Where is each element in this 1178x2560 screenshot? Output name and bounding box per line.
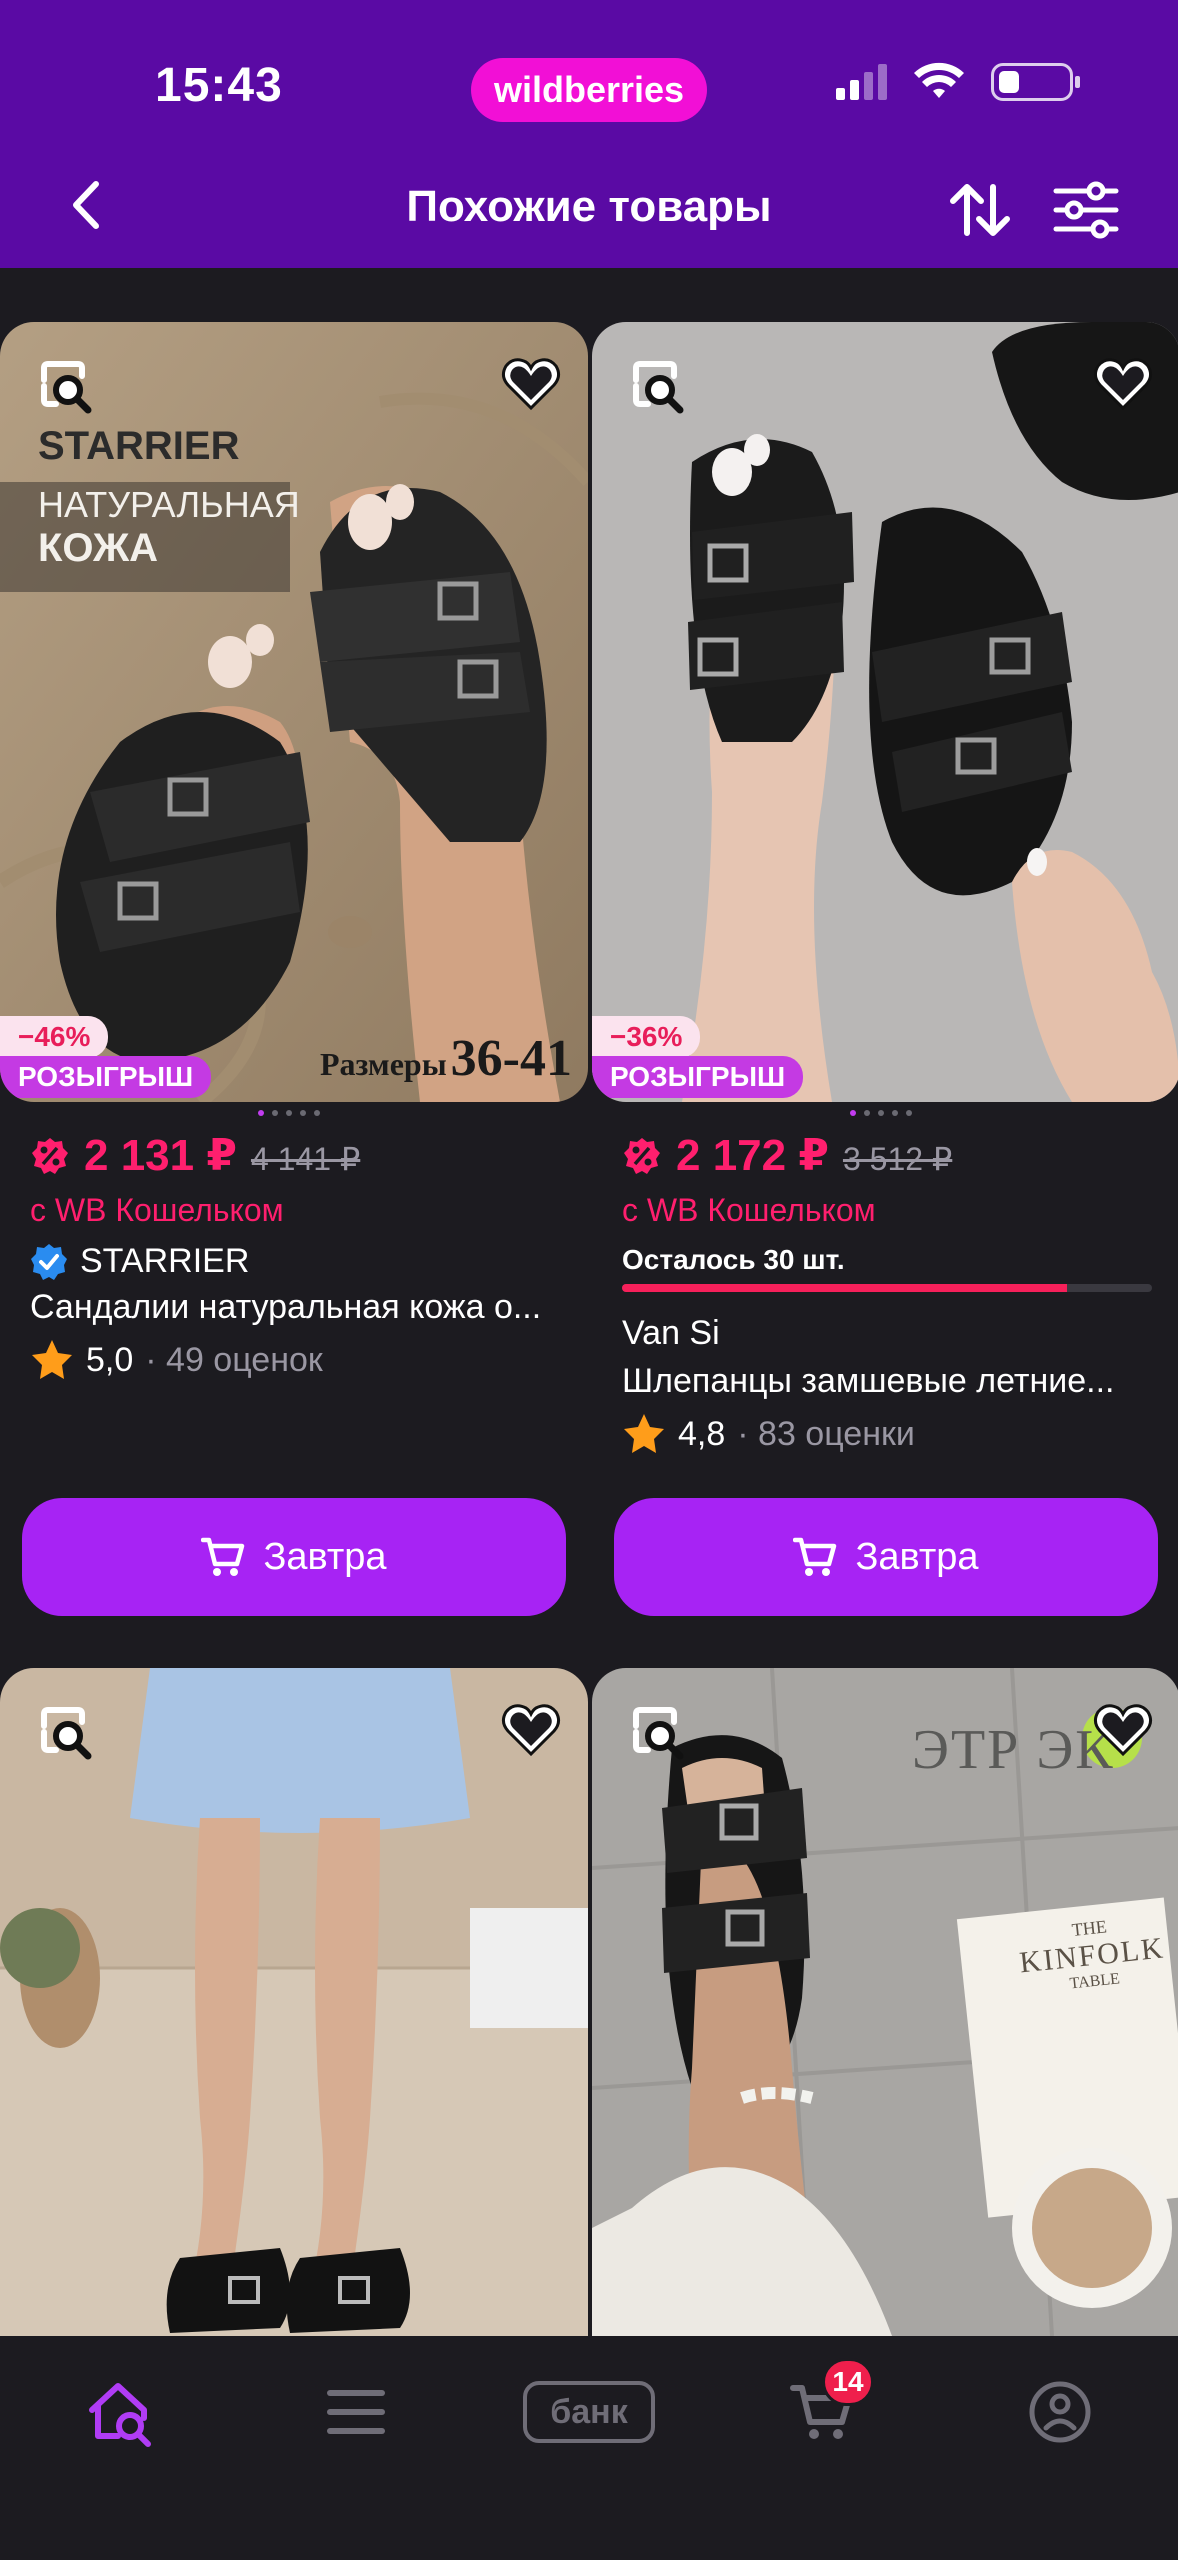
menu-icon (327, 2390, 385, 2434)
visual-search-button[interactable] (626, 1702, 692, 1768)
image-search-icon (633, 1707, 684, 1760)
image-overlay-text: КОЖА (38, 526, 159, 570)
profile-icon (1029, 2381, 1091, 2443)
review-count: · 49 оценок (145, 1340, 323, 1379)
product-title[interactable]: Шлепанцы замшевые летние... (622, 1362, 1162, 1401)
cart-icon (201, 1537, 245, 1576)
price: 2 172 ₽ (676, 1131, 829, 1180)
rating-value: 4,8 (678, 1414, 726, 1453)
image-overlay-brand: STARRIER (38, 424, 240, 468)
stock-bar-fill (622, 1284, 1068, 1292)
image-search-icon (633, 361, 684, 414)
filter-sliders-icon (1053, 181, 1119, 239)
star-icon (624, 1414, 664, 1453)
price: 2 131 ₽ (84, 1131, 237, 1180)
rating-row: 4,8 · 83 оценки (622, 1412, 915, 1456)
add-to-cart-button[interactable]: Завтра (614, 1498, 1158, 1616)
discount-badge: −46% (0, 1016, 109, 1058)
discount-tag-icon (32, 1137, 68, 1174)
brand-name: STARRIER (80, 1242, 250, 1280)
brand-logo: wildberries (471, 58, 707, 122)
image-pagination-dots (258, 1110, 320, 1116)
visual-search-button[interactable] (626, 356, 692, 422)
signal-icon (836, 64, 887, 100)
price-row: 2 131 ₽ 4 141 ₽ (30, 1130, 360, 1181)
favorite-button[interactable] (1090, 1698, 1156, 1764)
wallet-note: с WB Кошельком (30, 1192, 284, 1228)
stock-remaining: Осталось 30 шт. (622, 1244, 845, 1275)
home-search-icon (89, 2383, 151, 2447)
nav-catalog[interactable] (316, 2372, 396, 2452)
heart-icon (1093, 358, 1153, 411)
promo-badge: РОЗЫГРЫШ (0, 1056, 212, 1098)
product-image[interactable] (0, 1668, 588, 2336)
discount-badge: −36% (592, 1016, 701, 1058)
favorite-button[interactable] (498, 1698, 564, 1764)
status-time: 15:43 (155, 59, 283, 112)
old-price: 3 512 ₽ (842, 1141, 953, 1177)
rating-value: 5,0 (86, 1340, 134, 1379)
cart-count-badge: 14 (822, 2358, 874, 2406)
add-to-cart-label: Завтра (263, 1535, 387, 1578)
sort-button[interactable] (945, 175, 1015, 245)
image-overlay-logo: ЭТР ЭК (912, 1719, 1115, 1781)
add-to-cart-button[interactable]: Завтра (22, 1498, 566, 1616)
add-to-cart-label: Завтра (855, 1535, 979, 1578)
wifi-icon (914, 62, 964, 98)
battery-icon (991, 63, 1080, 101)
favorite-button[interactable] (498, 352, 564, 418)
image-search-icon (41, 361, 92, 414)
product-photo (592, 322, 1178, 1102)
brand-row[interactable]: STARRIER (30, 1242, 249, 1281)
nav-bank[interactable]: банк (520, 2372, 658, 2452)
old-price: 4 141 ₽ (250, 1141, 361, 1177)
bottom-navigation: банк 14 (0, 2336, 1178, 2560)
promo-badge: РОЗЫГРЫШ (592, 1056, 804, 1098)
image-pagination-dots (850, 1110, 912, 1116)
product-image[interactable]: ЭТР ЭК THE KINFOLK TABLE (592, 1668, 1178, 2336)
cart-icon (793, 1537, 837, 1576)
image-overlay-text: НАТУРАЛЬНАЯ (38, 484, 300, 525)
rating-row: 5,0 · 49 оценок (30, 1338, 323, 1382)
heart-icon (501, 358, 561, 411)
price-row: 2 172 ₽ 3 512 ₽ (622, 1130, 952, 1181)
nav-profile[interactable] (1020, 2372, 1100, 2452)
app-header: 15:43 wildberries Похожие товары (0, 0, 1178, 268)
wallet-note: с WB Кошельком (622, 1192, 876, 1228)
visual-search-button[interactable] (34, 356, 100, 422)
nav-home-search[interactable] (80, 2372, 160, 2452)
product-image[interactable]: STARRIER НАТУРАЛЬНАЯ КОЖА Размеры 36-41 … (0, 322, 588, 1102)
verified-badge-icon (31, 1243, 67, 1280)
product-photo (0, 1668, 588, 2336)
discount-tag-icon (624, 1137, 660, 1174)
image-search-icon (41, 1707, 92, 1760)
sort-icon (950, 184, 1010, 236)
visual-search-button[interactable] (34, 1702, 100, 1768)
bank-label: банк (523, 2381, 655, 2443)
review-count: · 83 оценки (737, 1414, 915, 1453)
filter-button[interactable] (1050, 175, 1122, 245)
heart-icon (501, 1704, 561, 1757)
star-icon (32, 1340, 72, 1379)
status-icons (836, 62, 1080, 102)
stock-bar (622, 1284, 1152, 1292)
heart-icon (1093, 1704, 1153, 1757)
brand-name[interactable]: Van Si (622, 1314, 720, 1353)
product-title[interactable]: Сандалии натуральная кожа о... (30, 1288, 570, 1327)
image-overlay-sizes: Размеры 36-41 (319, 1030, 572, 1087)
favorite-button[interactable] (1090, 352, 1156, 418)
product-image[interactable]: −36% РОЗЫГРЫШ (592, 322, 1178, 1102)
